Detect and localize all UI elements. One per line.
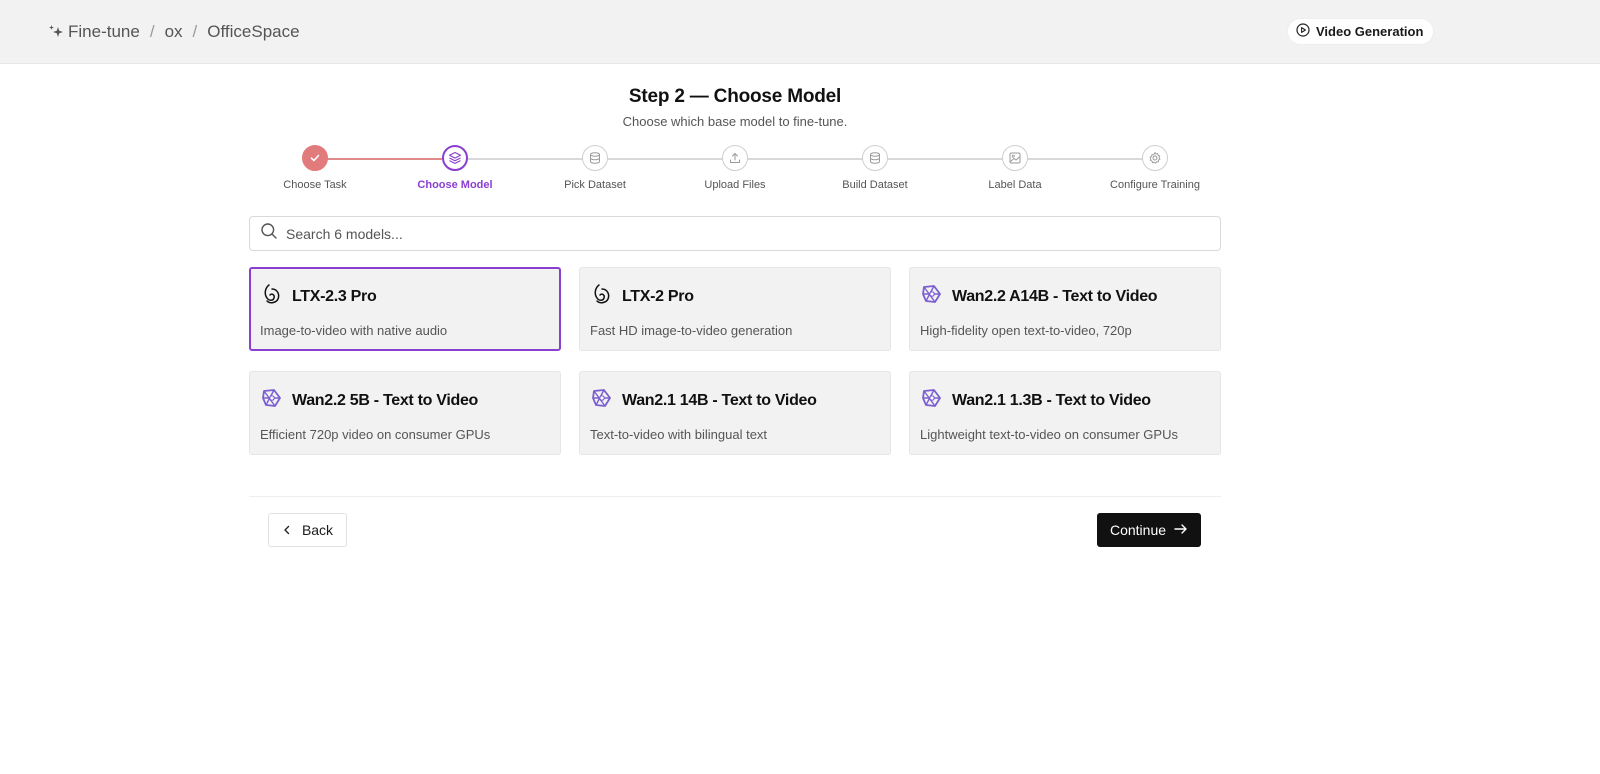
play-circle-icon [1296,23,1310,40]
step-label: Label Data [988,179,1042,191]
step-pick-dataset[interactable]: Pick Dataset [525,145,665,191]
model-description: High-fidelity open text-to-video, 720p [920,323,1132,338]
video-generation-label: Video Generation [1316,24,1424,39]
wan-logo-icon [590,386,614,415]
database-icon [862,145,888,171]
model-card-wan2-2-a14b[interactable]: Wan2.2 A14B - Text to Video High-fidelit… [909,267,1221,351]
layers-icon [442,145,468,171]
search-input[interactable] [286,225,1186,242]
model-card-wan2-1-1-3b[interactable]: Wan2.1 1.3B - Text to Video Lightweight … [909,371,1221,455]
step-label: Build Dataset [842,179,908,191]
upload-icon [722,145,748,171]
back-button[interactable]: Back [268,513,347,547]
top-bar: Fine-tune / ox / OfficeSpace Video Gener… [0,0,1600,64]
page-header: Step 2 — Choose Model Choose which base … [0,86,1470,129]
arrow-right-icon [1174,522,1188,538]
model-card-wan2-2-5b[interactable]: Wan2.2 5B - Text to Video Efficient 720p… [249,371,561,455]
model-card-header: LTX-2.3 Pro [260,284,550,309]
model-name: Wan2.1 1.3B - Text to Video [952,391,1151,409]
continue-label: Continue [1109,522,1167,538]
search-icon [260,222,278,245]
model-name: LTX-2 Pro [622,287,694,305]
model-card-ltx-2-pro[interactable]: LTX-2 Pro Fast HD image-to-video generat… [579,267,891,351]
model-card-header: LTX-2 Pro [590,284,880,309]
step-label: Pick Dataset [564,179,626,191]
step-label-data[interactable]: Label Data [945,145,1085,191]
model-card-header: Wan2.2 5B - Text to Video [260,388,550,413]
model-grid: LTX-2.3 Pro Image-to-video with native a… [249,267,1221,455]
chevron-left-icon [282,522,292,538]
wan-logo-icon [260,386,284,415]
model-card-header: Wan2.1 1.3B - Text to Video [920,388,1210,413]
step-upload-files[interactable]: Upload Files [665,145,805,191]
model-description: Lightweight text-to-video on consumer GP… [920,427,1178,442]
step-choose-task[interactable]: Choose Task [245,145,385,191]
step-label: Upload Files [704,179,766,191]
step-label: Choose Task [283,179,347,191]
database-icon [582,145,608,171]
page-title: Step 2 — Choose Model [628,86,842,107]
video-generation-badge[interactable]: Video Generation [1288,19,1434,44]
step-configure-training[interactable]: Configure Training [1085,145,1225,191]
progress-stepper: Choose Task Choose Model Pick Dataset Up… [250,145,1220,205]
model-description: Text-to-video with bilingual text [590,427,768,442]
step-label: Configure Training [1110,179,1200,191]
step-choose-model[interactable]: Choose Model [385,145,525,191]
wan-logo-icon [920,282,944,311]
sparkle-icon [48,24,64,40]
model-search[interactable] [249,216,1221,251]
step-label: Choose Model [417,179,493,191]
wan-logo-icon [920,386,944,415]
continue-button[interactable]: Continue [1097,513,1201,547]
model-description: Fast HD image-to-video generation [590,323,793,338]
page-subtitle: Choose which base model to fine-tune. [622,114,848,129]
ltx-logo-icon [590,282,614,311]
model-name: Wan2.2 A14B - Text to Video [952,287,1158,305]
back-label: Back [301,522,334,538]
breadcrumb-separator: / [192,22,198,41]
model-description: Image-to-video with native audio [260,323,448,338]
model-name: Wan2.1 14B - Text to Video [622,391,817,409]
breadcrumb-item-officespace[interactable]: OfficeSpace [207,22,299,42]
model-card-ltx-2-3-pro[interactable]: LTX-2.3 Pro Image-to-video with native a… [249,267,561,351]
breadcrumb: Fine-tune / ox / OfficeSpace [48,20,300,44]
breadcrumb-item-fine-tune[interactable]: Fine-tune [68,22,140,42]
model-card-header: Wan2.1 14B - Text to Video [590,388,880,413]
image-icon [1002,145,1028,171]
gear-icon [1142,145,1168,171]
step-build-dataset[interactable]: Build Dataset [805,145,945,191]
ltx-logo-icon [260,282,284,311]
model-card-header: Wan2.2 A14B - Text to Video [920,284,1210,309]
breadcrumb-item-ox[interactable]: ox [165,22,183,42]
model-name: LTX-2.3 Pro [292,287,377,305]
model-name: Wan2.2 5B - Text to Video [292,391,479,409]
model-description: Efficient 720p video on consumer GPUs [260,427,491,442]
check-icon [302,145,328,171]
footer-divider [249,496,1221,497]
model-card-wan2-1-14b[interactable]: Wan2.1 14B - Text to Video Text-to-video… [579,371,891,455]
breadcrumb-separator: / [149,22,155,41]
